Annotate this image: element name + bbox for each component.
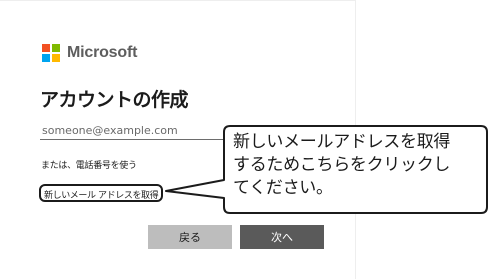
- callout-line: 新しいメールアドレスを取得: [233, 132, 451, 152]
- get-new-email-link[interactable]: 新しいメール アドレスを取得: [39, 184, 163, 202]
- microsoft-logo: Microsoft: [42, 44, 137, 62]
- callout-text: 新しいメールアドレスを取得 するためこちらをクリックし てください。: [233, 131, 488, 200]
- logo-text: Microsoft: [67, 44, 138, 61]
- use-phone-link[interactable]: または、電話番号を使う: [41, 158, 137, 171]
- logo-square-green: [52, 44, 60, 52]
- microsoft-four-squares-icon: [42, 44, 60, 62]
- email-field[interactable]: [40, 122, 240, 140]
- page-title: アカウントの作成: [40, 89, 189, 111]
- callout-line: するためこちらをクリックし: [233, 155, 451, 175]
- next-button[interactable]: 次へ: [240, 225, 324, 249]
- logo-square-red: [42, 44, 50, 52]
- callout-line: てください。: [233, 178, 333, 198]
- logo-square-yellow: [52, 54, 60, 62]
- logo-square-blue: [42, 54, 50, 62]
- back-button[interactable]: 戻る: [148, 225, 232, 249]
